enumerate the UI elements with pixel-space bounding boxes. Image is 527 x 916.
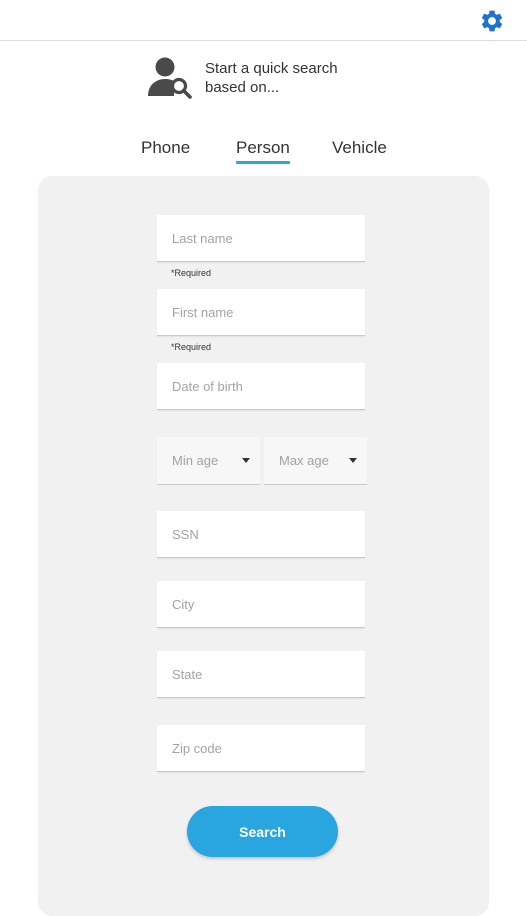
active-tab-indicator	[236, 161, 290, 164]
state-input[interactable]	[157, 651, 365, 697]
zip-code-input[interactable]	[157, 725, 365, 771]
ssn-field[interactable]	[157, 511, 365, 558]
intro-text: Start a quick search based on...	[205, 60, 338, 96]
tab-person-label: Person	[236, 138, 290, 157]
city-field[interactable]	[157, 581, 365, 628]
top-bar	[0, 0, 527, 41]
zip-code-field[interactable]	[157, 725, 365, 772]
person-search-icon	[148, 57, 192, 99]
min-age-select[interactable]: Min age	[157, 437, 260, 485]
city-input[interactable]	[157, 581, 365, 627]
tab-phone[interactable]: Phone	[141, 138, 190, 164]
tab-person[interactable]: Person	[236, 138, 290, 164]
state-field[interactable]	[157, 651, 365, 698]
first-name-input[interactable]	[157, 289, 365, 335]
date-of-birth-input[interactable]	[157, 363, 365, 409]
date-of-birth-field[interactable]	[157, 363, 365, 410]
ssn-input[interactable]	[157, 511, 365, 557]
last-name-required-hint: *Required	[171, 268, 212, 278]
search-button[interactable]: Search	[187, 806, 338, 857]
first-name-required-hint: *Required	[171, 342, 212, 352]
max-age-label: Max age	[279, 453, 329, 468]
last-name-field[interactable]	[157, 215, 365, 262]
last-name-input[interactable]	[157, 215, 365, 261]
tab-vehicle[interactable]: Vehicle	[332, 138, 387, 164]
search-intro: Start a quick search based on...	[146, 56, 406, 102]
min-age-label: Min age	[172, 453, 219, 468]
search-type-tabs: Phone Person Vehicle	[130, 138, 400, 174]
chevron-down-icon	[242, 458, 250, 463]
first-name-field[interactable]	[157, 289, 365, 336]
max-age-select[interactable]: Max age	[264, 437, 367, 485]
chevron-down-icon	[349, 458, 357, 463]
gear-icon[interactable]	[479, 8, 505, 34]
